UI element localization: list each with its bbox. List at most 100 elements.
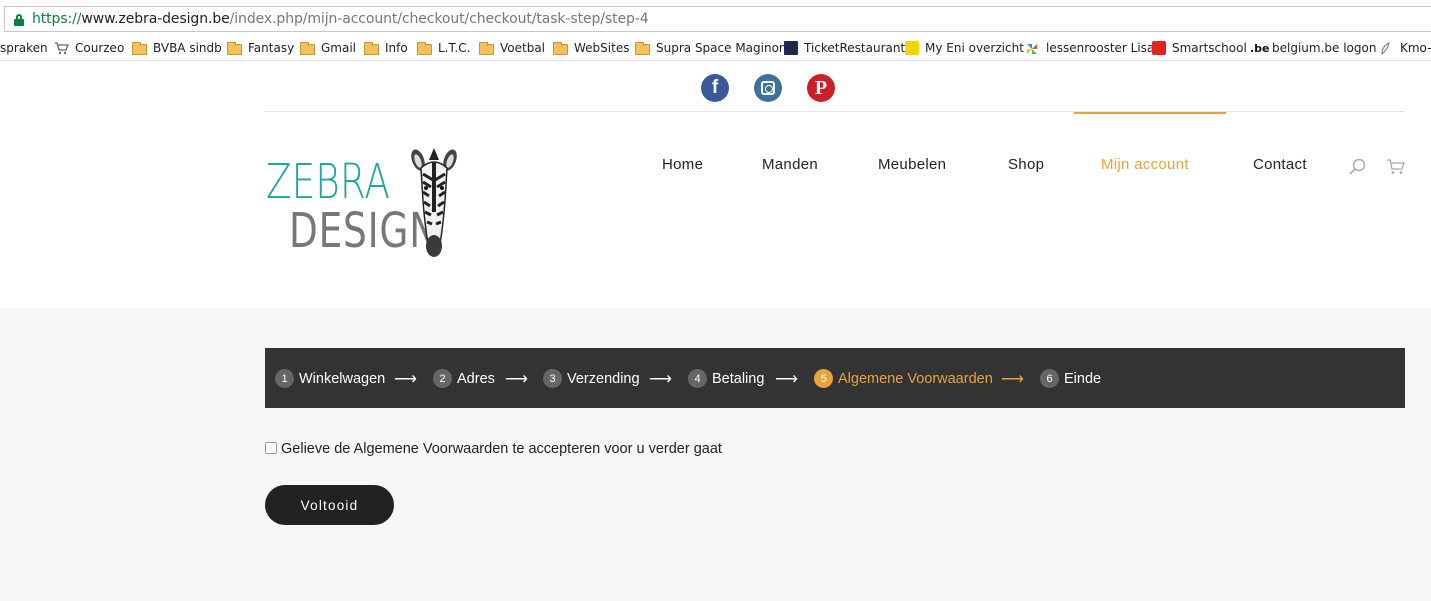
bookmark-label: Supra Space Maginon xyxy=(656,41,787,55)
bookmark-folder[interactable]: Voetbal xyxy=(479,40,545,56)
shopping-cart-icon[interactable] xyxy=(1386,158,1405,175)
bookmark-label: L.T.C. xyxy=(438,41,471,55)
step-number: 3 xyxy=(543,369,562,388)
folder-icon xyxy=(417,41,432,55)
folder-icon xyxy=(553,41,568,55)
ticket-icon xyxy=(784,41,798,55)
bookmarks-bar: spraken Courzeo BVBA sindb Fantasy Gmail… xyxy=(0,36,1431,61)
bookmark-label: Kmo-p xyxy=(1400,41,1431,55)
facebook-icon[interactable]: f xyxy=(701,74,729,102)
bookmark-folder[interactable]: WebSites xyxy=(553,40,629,56)
bookmark-label: Smartschool xyxy=(1172,41,1247,55)
checkout-step-6[interactable]: 6 Einde xyxy=(1040,369,1101,388)
step-number: 6 xyxy=(1040,369,1059,388)
nav-home[interactable]: Home xyxy=(662,156,703,173)
be-icon: .be xyxy=(1250,42,1270,55)
bookmark-item[interactable]: Kmo-p xyxy=(1379,40,1431,56)
folder-icon xyxy=(479,41,494,55)
site-logo[interactable]: ZEBRA DESIGN xyxy=(265,146,465,266)
folder-icon xyxy=(300,41,315,55)
bookmark-folder[interactable]: Gmail xyxy=(300,40,356,56)
smartschool-icon xyxy=(1152,41,1166,55)
logo-text-zebra: ZEBRA xyxy=(266,154,390,210)
bookmark-label: Voetbal xyxy=(500,41,546,55)
url-scheme: https:// xyxy=(32,11,82,27)
checkout-step-1[interactable]: 1 Winkelwagen xyxy=(275,369,385,388)
folder-icon xyxy=(635,41,650,55)
bookmark-item[interactable]: lessenrooster Lisa xyxy=(1025,40,1154,56)
pinterest-icon[interactable]: P xyxy=(807,74,835,102)
url-path: /index.php/mijn-account/checkout/checkou… xyxy=(229,11,649,27)
pinwheel-icon xyxy=(1025,42,1040,54)
step-label: Algemene Voorwaarden xyxy=(838,370,993,387)
url-text[interactable]: https://www.zebra-design.be/index.php/mi… xyxy=(32,11,649,27)
step-label: Adres xyxy=(457,370,495,387)
bookmark-folder[interactable]: BVBA sindb xyxy=(132,40,222,56)
bookmark-label: My Eni overzicht xyxy=(925,41,1024,55)
terms-label[interactable]: Gelieve de Algemene Voorwaarden te accep… xyxy=(281,441,722,457)
voltooid-button[interactable]: Voltooid xyxy=(265,485,394,525)
eni-icon xyxy=(905,41,919,55)
bookmark-label: Fantasy xyxy=(248,41,295,55)
step-number: 5 xyxy=(814,369,833,388)
search-icon[interactable] xyxy=(1349,158,1366,175)
step-label: Einde xyxy=(1064,370,1102,387)
bookmark-label: TicketRestaurant xyxy=(804,41,906,55)
terms-checkbox[interactable] xyxy=(265,442,277,454)
bookmark-label: Info xyxy=(385,41,408,55)
arrow-right-icon: ⟶ xyxy=(394,371,417,388)
bookmark-item[interactable]: My Eni overzicht xyxy=(905,40,1024,56)
bookmark-folder[interactable]: Supra Space Maginon xyxy=(635,40,787,56)
bookmark-label: Courzeo xyxy=(75,41,125,55)
address-bar[interactable]: https://www.zebra-design.be/index.php/mi… xyxy=(4,6,1431,32)
bookmark-item[interactable]: .be belgium.be logon xyxy=(1250,40,1376,56)
bookmark-item[interactable]: Smartschool xyxy=(1152,40,1247,56)
bookmark-folder[interactable]: Info xyxy=(364,40,408,56)
bookmark-item[interactable]: TicketRestaurant xyxy=(784,40,905,56)
nav-meubelen[interactable]: Meubelen xyxy=(878,156,946,173)
bookmark-label: belgium.be logon xyxy=(1272,41,1377,55)
leaf-icon xyxy=(1379,42,1394,56)
checkout-step-3[interactable]: 3 Verzending xyxy=(543,369,640,388)
instagram-icon[interactable] xyxy=(754,74,782,102)
terms-agreement: Gelieve de Algemene Voorwaarden te accep… xyxy=(265,441,722,457)
step-label: Verzending xyxy=(567,370,640,387)
nav-mijn-account[interactable]: Mijn account xyxy=(1101,156,1189,173)
arrow-right-icon: ⟶ xyxy=(649,371,672,388)
bookmark-item[interactable]: spraken xyxy=(0,40,48,56)
nav-manden[interactable]: Manden xyxy=(762,156,818,173)
url-host: www.zebra-design.be xyxy=(81,11,230,27)
social-links: f P xyxy=(0,74,1431,102)
nav-contact[interactable]: Contact xyxy=(1253,156,1307,173)
step-number: 4 xyxy=(688,369,707,388)
checkout-steps-bar: 1 Winkelwagen ⟶ 2 Adres ⟶ 3 Verzending ⟶ 4B… xyxy=(265,348,1405,408)
bookmark-folder[interactable]: L.T.C. xyxy=(417,40,470,56)
bookmark-label: spraken xyxy=(0,41,48,55)
lock-icon[interactable] xyxy=(14,14,24,26)
camera-icon xyxy=(761,81,775,95)
bookmark-folder[interactable]: Fantasy xyxy=(227,40,294,56)
folder-icon xyxy=(227,41,242,55)
arrow-right-icon: ⟶ xyxy=(775,371,798,388)
bookmark-item[interactable]: Courzeo xyxy=(54,40,124,56)
header-divider xyxy=(265,111,1405,112)
step-number: 2 xyxy=(433,369,452,388)
checkout-step-5-current[interactable]: 5 Algemene Voorwaarden xyxy=(814,369,993,388)
cart-icon xyxy=(54,42,69,55)
step-number: 1 xyxy=(275,369,294,388)
arrow-right-icon: ⟶ xyxy=(505,371,528,388)
folder-icon xyxy=(132,41,147,55)
bookmark-label: Gmail xyxy=(321,41,357,55)
bookmark-label: BVBA sindb xyxy=(153,41,222,55)
nav-shop[interactable]: Shop xyxy=(1008,156,1044,173)
pinterest-glyph: P xyxy=(814,76,828,99)
checkout-step-2[interactable]: 2 Adres xyxy=(433,369,495,388)
step-label: Betaling xyxy=(712,370,765,387)
website-page: f P ZEBRA DESIGN Home Manden Meubelen Sh… xyxy=(0,62,1431,601)
folder-icon xyxy=(364,41,379,55)
facebook-glyph: f xyxy=(711,77,719,98)
bookmark-label: WebSites xyxy=(574,41,630,55)
checkout-step-4[interactable]: 4 Betaling xyxy=(688,369,764,388)
browser-url-bar: https://www.zebra-design.be/index.php/mi… xyxy=(0,0,1431,36)
step-label: Winkelwagen xyxy=(299,370,386,387)
